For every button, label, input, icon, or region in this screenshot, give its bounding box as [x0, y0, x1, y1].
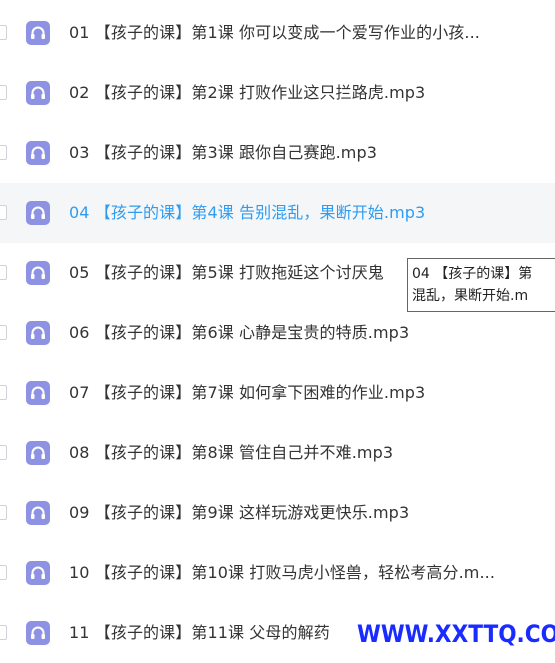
file-name[interactable]: 09 【孩子的课】第9课 这样玩游戏更快乐.mp3 [69, 483, 409, 543]
headphones-icon [26, 261, 50, 285]
tooltip-line-1: 04 【孩子的课】第 [412, 266, 533, 282]
file-name[interactable]: 01 【孩子的课】第1课 你可以变成一个爱写作业的小孩... [69, 3, 480, 63]
list-item[interactable]: 07 【孩子的课】第7课 如何拿下困难的作业.mp3 [0, 363, 555, 423]
headphones-icon [26, 81, 50, 105]
file-name[interactable]: 06 【孩子的课】第6课 心静是宝贵的特质.mp3 [69, 303, 409, 363]
headphones-icon [26, 561, 50, 585]
filename-tooltip: 04 【孩子的课】第 混乱，果断开始.m [407, 258, 555, 312]
headphones-icon [26, 441, 50, 465]
file-name[interactable]: 10 【孩子的课】第10课 打败马虎小怪兽，轻松考高分.m... [69, 543, 495, 603]
headphones-icon [26, 381, 50, 405]
list-item[interactable]: 09 【孩子的课】第9课 这样玩游戏更快乐.mp3 [0, 483, 555, 543]
file-name[interactable]: 04 【孩子的课】第4课 告别混乱，果断开始.mp3 [69, 183, 425, 243]
select-checkbox[interactable] [0, 445, 7, 460]
list-item[interactable]: 01 【孩子的课】第1课 你可以变成一个爱写作业的小孩... [0, 3, 555, 63]
list-item[interactable]: 10 【孩子的课】第10课 打败马虎小怪兽，轻松考高分.m... [0, 543, 555, 603]
headphones-icon [26, 501, 50, 525]
headphones-icon [26, 201, 50, 225]
list-item[interactable]: 06 【孩子的课】第6课 心静是宝贵的特质.mp3 [0, 303, 555, 363]
list-item[interactable]: 03 【孩子的课】第3课 跟你自己赛跑.mp3 [0, 123, 555, 183]
select-checkbox[interactable] [0, 205, 7, 220]
file-name[interactable]: 11 【孩子的课】第11课 父母的解药 [69, 603, 330, 663]
headphones-icon [26, 141, 50, 165]
list-item[interactable]: 02 【孩子的课】第2课 打败作业这只拦路虎.mp3 [0, 63, 555, 123]
headphones-icon [26, 321, 50, 345]
select-checkbox[interactable] [0, 505, 7, 520]
file-name[interactable]: 08 【孩子的课】第8课 管住自己并不难.mp3 [69, 423, 393, 483]
select-checkbox[interactable] [0, 565, 7, 580]
watermark-logo: WWW.XXTTQ.COM [357, 620, 555, 648]
file-name[interactable]: 05 【孩子的课】第5课 打败拖延这个讨厌鬼 [69, 243, 384, 303]
list-item[interactable]: 08 【孩子的课】第8课 管住自己并不难.mp3 [0, 423, 555, 483]
file-name[interactable]: 07 【孩子的课】第7课 如何拿下困难的作业.mp3 [69, 363, 425, 423]
select-checkbox[interactable] [0, 325, 7, 340]
select-checkbox[interactable] [0, 265, 7, 280]
file-name[interactable]: 03 【孩子的课】第3课 跟你自己赛跑.mp3 [69, 123, 377, 183]
tooltip-line-2: 混乱，果断开始.m [412, 288, 529, 304]
list-item[interactable]: 04 【孩子的课】第4课 告别混乱，果断开始.mp3 [0, 183, 555, 243]
file-list: 01 【孩子的课】第1课 你可以变成一个爱写作业的小孩... 02 【孩子的课】第… [0, 3, 555, 663]
headphones-icon [26, 21, 50, 45]
select-checkbox[interactable] [0, 25, 7, 40]
file-name[interactable]: 02 【孩子的课】第2课 打败作业这只拦路虎.mp3 [69, 63, 425, 123]
select-checkbox[interactable] [0, 85, 7, 100]
select-checkbox[interactable] [0, 385, 7, 400]
select-checkbox[interactable] [0, 145, 7, 160]
headphones-icon [26, 621, 50, 645]
select-checkbox[interactable] [0, 625, 7, 640]
